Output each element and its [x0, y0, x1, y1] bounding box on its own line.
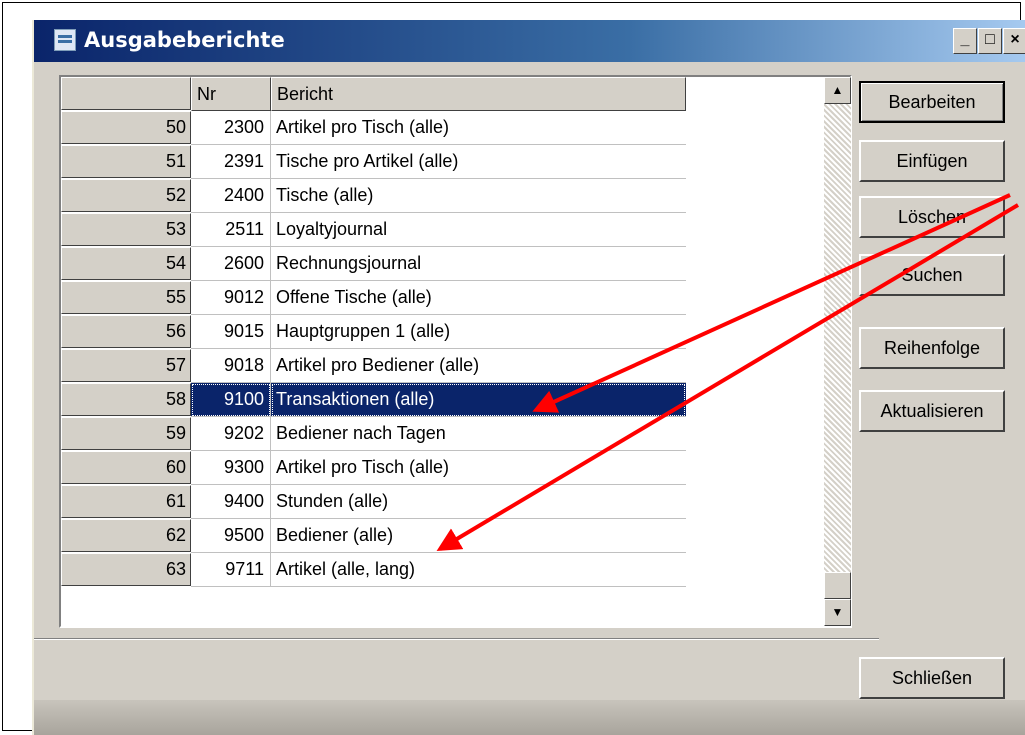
scroll-up-button[interactable]: ▲ — [824, 77, 851, 104]
cell-bericht[interactable]: Loyaltyjournal — [271, 213, 686, 247]
table-row[interactable]: 61 9400 Stunden (alle) — [61, 485, 686, 519]
cell-bericht[interactable]: Rechnungsjournal — [271, 247, 686, 281]
cell-nr[interactable]: 9100 — [191, 383, 271, 417]
row-number[interactable]: 59 — [61, 417, 191, 450]
window-bottom-border — [34, 700, 1025, 735]
cell-bericht[interactable]: Artikel (alle, lang) — [271, 553, 686, 587]
minimize-button[interactable]: _ — [953, 28, 977, 54]
table-row[interactable]: 63 9711 Artikel (alle, lang) — [61, 553, 686, 587]
row-header-corner[interactable] — [61, 77, 191, 110]
cell-nr[interactable]: 9012 — [191, 281, 271, 315]
cell-nr[interactable]: 9202 — [191, 417, 271, 451]
row-number[interactable]: 60 — [61, 451, 191, 484]
row-number[interactable]: 52 — [61, 179, 191, 212]
table-row[interactable]: 50 2300 Artikel pro Tisch (alle) — [61, 111, 686, 145]
row-number[interactable]: 56 — [61, 315, 191, 348]
row-number[interactable]: 63 — [61, 553, 191, 586]
table-row[interactable]: 60 9300 Artikel pro Tisch (alle) — [61, 451, 686, 485]
schliessen-button[interactable]: Schließen — [859, 657, 1005, 699]
grid-header-row: Nr Bericht — [61, 77, 686, 111]
cell-nr[interactable]: 2400 — [191, 179, 271, 213]
table-row[interactable]: 55 9012 Offene Tische (alle) — [61, 281, 686, 315]
row-number[interactable]: 54 — [61, 247, 191, 280]
window-title: Ausgabeberichte — [84, 28, 285, 52]
cell-bericht[interactable]: Offene Tische (alle) — [271, 281, 686, 315]
aktualisieren-button[interactable]: Aktualisieren — [859, 390, 1005, 432]
column-header-nr[interactable]: Nr — [191, 77, 271, 111]
cell-nr[interactable]: 2511 — [191, 213, 271, 247]
title-bar-controls: _ □ × — [952, 28, 1025, 54]
cell-bericht[interactable]: Stunden (alle) — [271, 485, 686, 519]
suchen-button[interactable]: Suchen — [859, 254, 1005, 296]
table-row[interactable]: 62 9500 Bediener (alle) — [61, 519, 686, 553]
report-grid[interactable]: Nr Bericht 50 2300 Artikel pro Tisch (alle… — [59, 75, 852, 628]
vertical-scrollbar[interactable]: ▲ ▼ — [824, 77, 851, 626]
table-row[interactable]: 51 2391 Tische pro Artikel (alle) — [61, 145, 686, 179]
cell-nr[interactable]: 2391 — [191, 145, 271, 179]
scroll-down-button[interactable]: ▼ — [824, 599, 851, 626]
cell-nr[interactable]: 9015 — [191, 315, 271, 349]
row-number[interactable]: 61 — [61, 485, 191, 518]
scroll-thumb[interactable] — [824, 572, 851, 599]
cell-bericht[interactable]: Artikel pro Tisch (alle) — [271, 451, 686, 485]
maximize-button[interactable]: □ — [978, 28, 1002, 54]
close-button[interactable]: × — [1003, 28, 1025, 54]
row-number[interactable]: 51 — [61, 145, 191, 178]
cell-bericht[interactable]: Transaktionen (alle) — [271, 383, 686, 417]
reihenfolge-button[interactable]: Reihenfolge — [859, 327, 1005, 369]
cell-bericht[interactable]: Tische (alle) — [271, 179, 686, 213]
row-number[interactable]: 62 — [61, 519, 191, 552]
table-row[interactable]: 58 9100 Transaktionen (alle) — [61, 383, 686, 417]
loeschen-button[interactable]: Löschen — [859, 196, 1005, 238]
table-row[interactable]: 57 9018 Artikel pro Bediener (alle) — [61, 349, 686, 383]
bearbeiten-button[interactable]: Bearbeiten — [859, 81, 1005, 123]
window-app-icon — [54, 29, 76, 51]
cell-bericht[interactable]: Bediener (alle) — [271, 519, 686, 553]
table-row[interactable]: 53 2511 Loyaltyjournal — [61, 213, 686, 247]
cell-bericht[interactable]: Hauptgruppen 1 (alle) — [271, 315, 686, 349]
row-number[interactable]: 55 — [61, 281, 191, 314]
row-number[interactable]: 53 — [61, 213, 191, 246]
cell-nr[interactable]: 2600 — [191, 247, 271, 281]
cell-bericht[interactable]: Artikel pro Bediener (alle) — [271, 349, 686, 383]
table-row[interactable]: 56 9015 Hauptgruppen 1 (alle) — [61, 315, 686, 349]
ausgabeberichte-window: Ausgabeberichte _ □ × Nr Bericht 50 2300 A… — [32, 20, 1025, 735]
einfuegen-button[interactable]: Einfügen — [859, 140, 1005, 182]
column-header-bericht[interactable]: Bericht — [271, 77, 686, 111]
cell-nr[interactable]: 9018 — [191, 349, 271, 383]
cell-bericht[interactable]: Bediener nach Tagen — [271, 417, 686, 451]
table-row[interactable]: 54 2600 Rechnungsjournal — [61, 247, 686, 281]
cell-nr[interactable]: 9300 — [191, 451, 271, 485]
row-number[interactable]: 58 — [61, 383, 191, 416]
row-number[interactable]: 57 — [61, 349, 191, 382]
cell-nr[interactable]: 2300 — [191, 111, 271, 145]
table-row[interactable]: 52 2400 Tische (alle) — [61, 179, 686, 213]
title-bar[interactable]: Ausgabeberichte _ □ × — [34, 20, 1025, 62]
cell-bericht[interactable]: Tische pro Artikel (alle) — [271, 145, 686, 179]
cell-nr[interactable]: 9500 — [191, 519, 271, 553]
table-row[interactable]: 59 9202 Bediener nach Tagen — [61, 417, 686, 451]
cell-bericht[interactable]: Artikel pro Tisch (alle) — [271, 111, 686, 145]
row-number[interactable]: 50 — [61, 111, 191, 144]
cell-nr[interactable]: 9711 — [191, 553, 271, 587]
status-bar — [34, 638, 879, 679]
cell-nr[interactable]: 9400 — [191, 485, 271, 519]
